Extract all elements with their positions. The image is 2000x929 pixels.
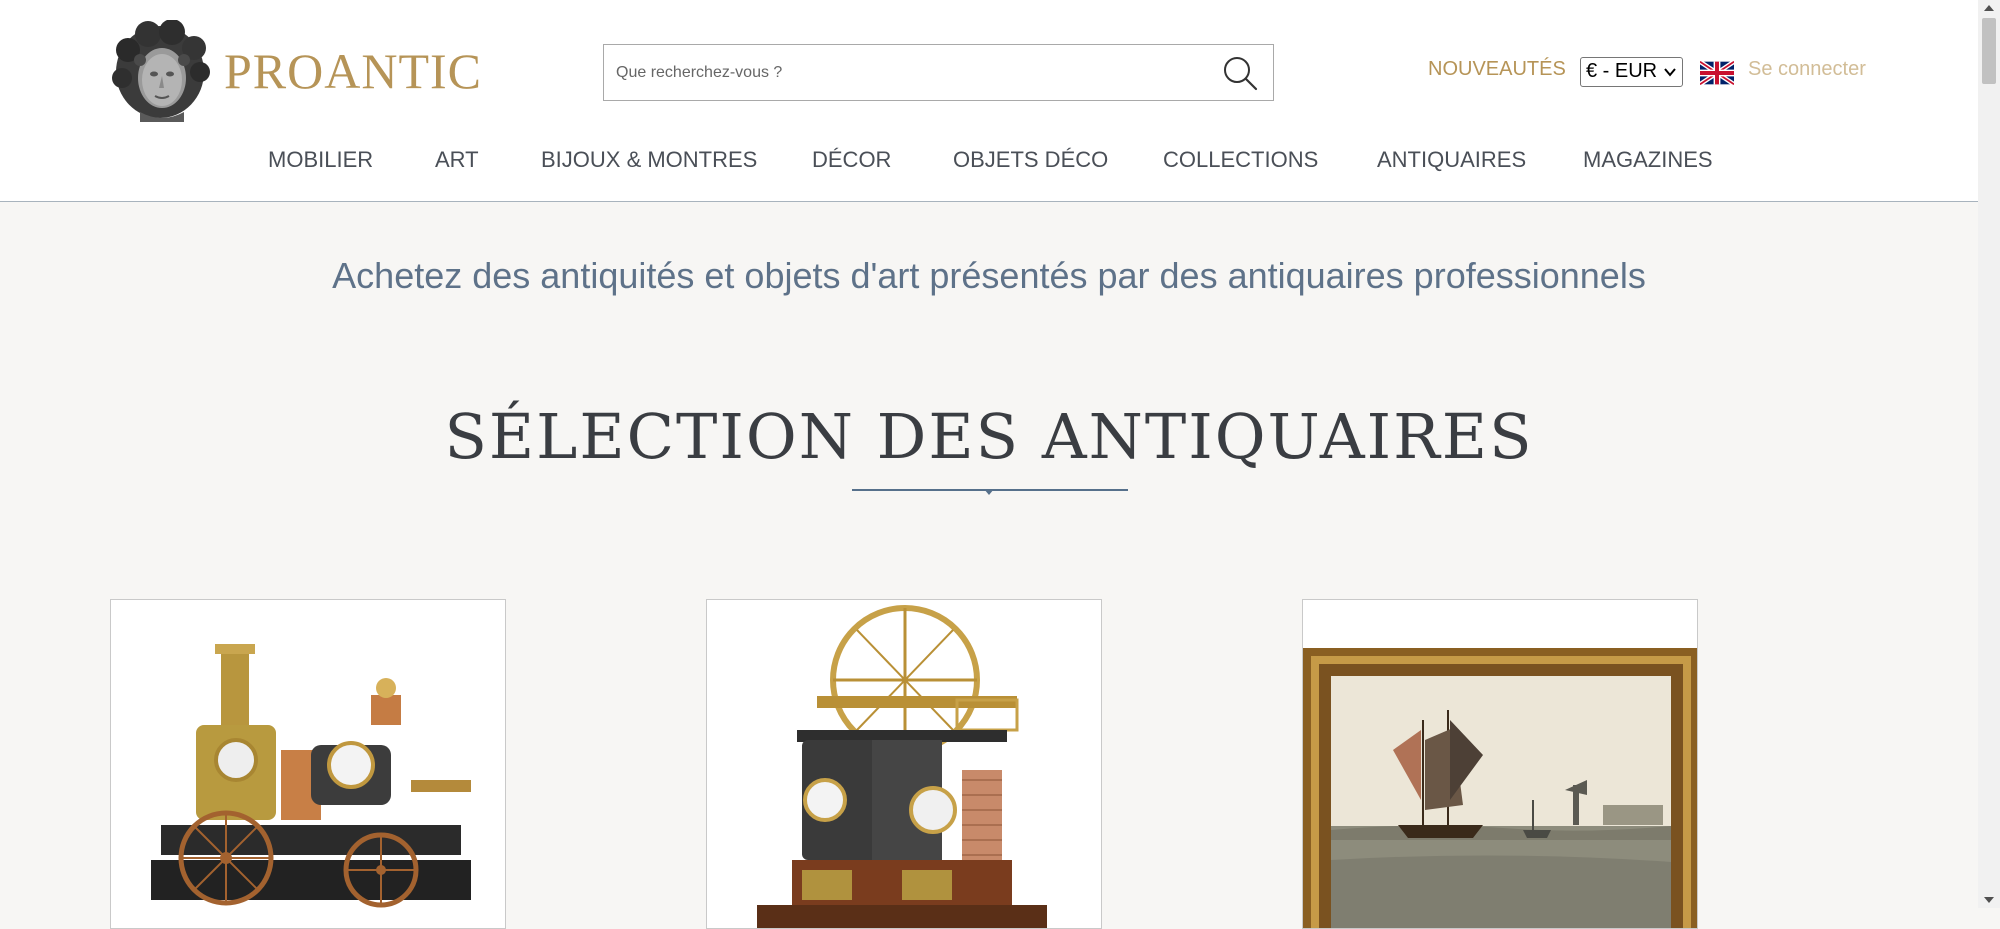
magnifier-icon[interactable] [1221,54,1259,92]
product-card-3[interactable] [1302,599,1698,929]
tagline: Achetez des antiquités et objets d'art p… [332,255,1646,296]
chevron-down-icon [1664,68,1676,77]
brand-logo-text[interactable]: PROANTIC [224,42,482,100]
uk-flag-icon[interactable] [1700,61,1734,85]
search-box [603,44,1274,101]
nouveautes-link[interactable]: NOUVEAUTÉS [1428,58,1566,81]
scrollbar-thumb[interactable] [1982,18,1996,84]
nav-item-art[interactable]: ART [435,147,479,173]
login-link[interactable]: Se connecter [1748,58,1866,81]
nav-item-bijoux-montres[interactable]: BIJOUX & MONTRES [541,147,757,173]
divider-diamond-icon [984,489,994,495]
search-input[interactable] [614,53,1208,93]
nav-item-decor[interactable]: DÉCOR [812,147,891,173]
scroll-up-arrow-icon[interactable] [1983,3,1995,13]
section-title: SÉLECTION DES ANTIQUAIRES [444,400,1534,473]
beam-engine-clock-image[interactable] [707,600,1102,929]
marine-painting-image[interactable] [1303,600,1698,929]
page-scrollbar[interactable] [1978,0,2000,908]
steam-engine-clock-image[interactable] [111,600,506,929]
nav-item-collections[interactable]: COLLECTIONS [1163,147,1318,173]
nav-item-mobilier[interactable]: MOBILIER [268,147,373,173]
currency-select-value: € - EUR [1586,60,1658,82]
nav-item-objets-deco[interactable]: OBJETS DÉCO [953,147,1108,173]
scroll-down-arrow-icon[interactable] [1983,895,1995,905]
main-navigation: MOBILIER ART BIJOUX & MONTRES DÉCOR OBJE… [0,147,1978,183]
product-card-2[interactable] [706,599,1102,929]
currency-select[interactable]: € - EUR [1580,57,1683,87]
site-header: PROANTIC NOUVEAUTÉS € - EUR Se connecter… [0,0,1978,202]
nav-item-magazines[interactable]: MAGAZINES [1583,147,1713,173]
product-card-1[interactable] [110,599,506,929]
nav-item-antiquaires[interactable]: ANTIQUAIRES [1377,147,1526,173]
logo-bust-icon[interactable] [110,20,210,122]
